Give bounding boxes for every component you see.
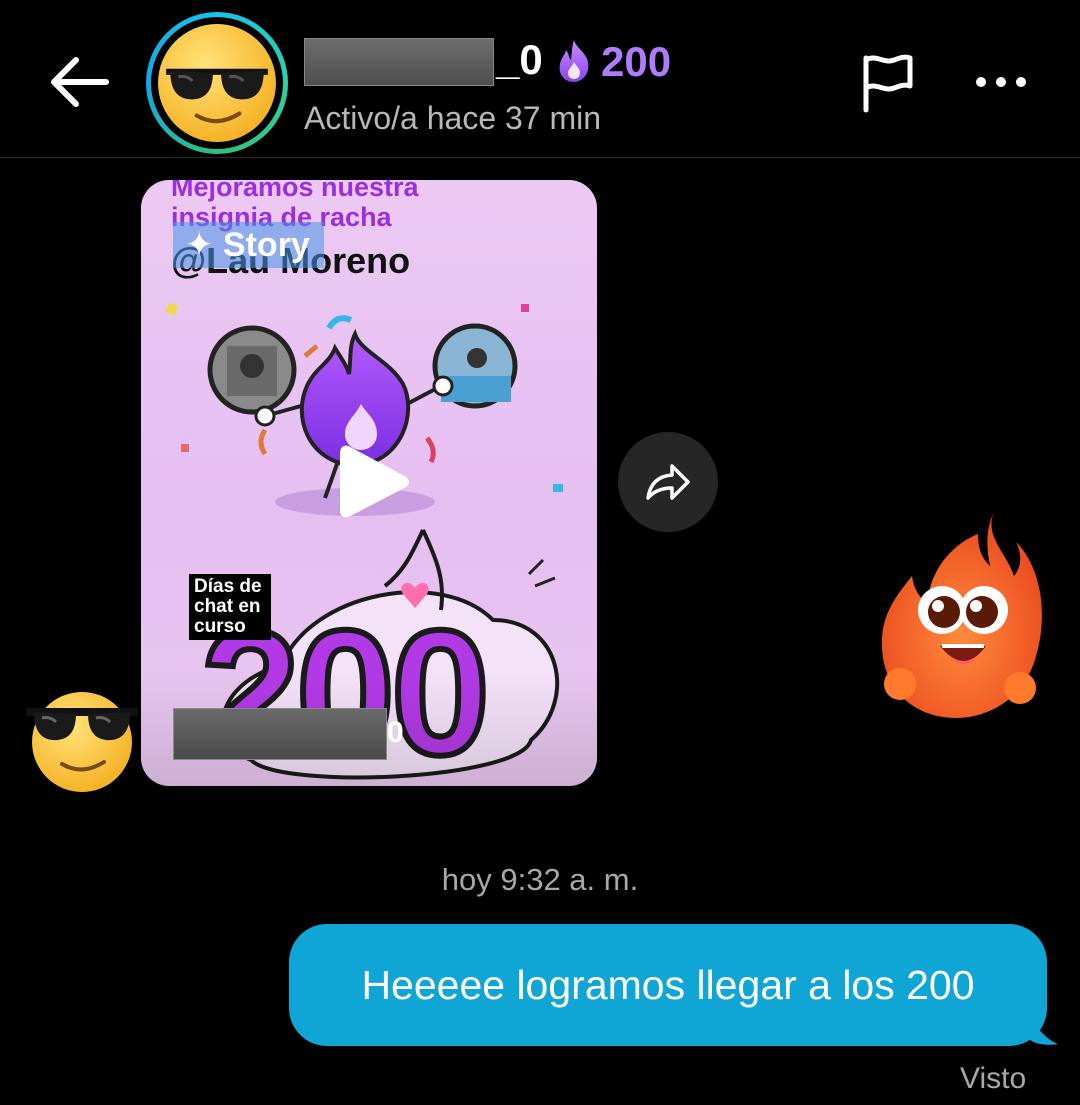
contact-avatar[interactable] (146, 12, 288, 154)
shared-story-card[interactable]: Mejoramos nuestra insignia de racha @Lau… (141, 180, 597, 786)
username-redacted (304, 38, 494, 86)
more-options-button[interactable] (966, 62, 1036, 102)
activity-status: Activo/a hace 37 min (304, 100, 602, 136)
days-label: Días de chat en curso (189, 574, 271, 640)
story-author-tail: 0 (387, 716, 404, 749)
more-icon (976, 77, 1026, 87)
flag-icon (863, 54, 913, 113)
sent-message-bubble[interactable]: Heeeee logramos llegar a los 200 (289, 924, 1047, 1046)
back-arrow-icon (51, 57, 109, 107)
back-button[interactable] (44, 50, 114, 114)
bubble-tail (1030, 1018, 1058, 1045)
chat-header: _0 200 Activo/a hace 37 min (0, 0, 1080, 158)
report-button[interactable] (858, 52, 918, 114)
message-timestamp: hoy 9:32 a. m. (441, 862, 639, 897)
story-author-redacted (173, 708, 387, 760)
story-headline-line1: Mejoramos nuestra (171, 180, 419, 202)
play-icon[interactable] (334, 442, 414, 522)
sunglasses-emoji-icon (158, 24, 276, 142)
username-suffix: _0 (496, 36, 543, 83)
message-text: Heeeee logramos llegar a los 200 (361, 962, 975, 1008)
share-arrow-icon (646, 464, 690, 500)
seen-status: Visto (960, 1062, 1027, 1095)
sender-avatar-sunglasses-emoji-icon[interactable] (26, 686, 138, 794)
streak-fire-icon (559, 40, 589, 82)
fire-character-sticker (881, 512, 1042, 718)
streak-count: 200 (601, 38, 672, 85)
story-label-chip: ✦ Story (173, 222, 324, 268)
share-button[interactable] (618, 432, 718, 532)
